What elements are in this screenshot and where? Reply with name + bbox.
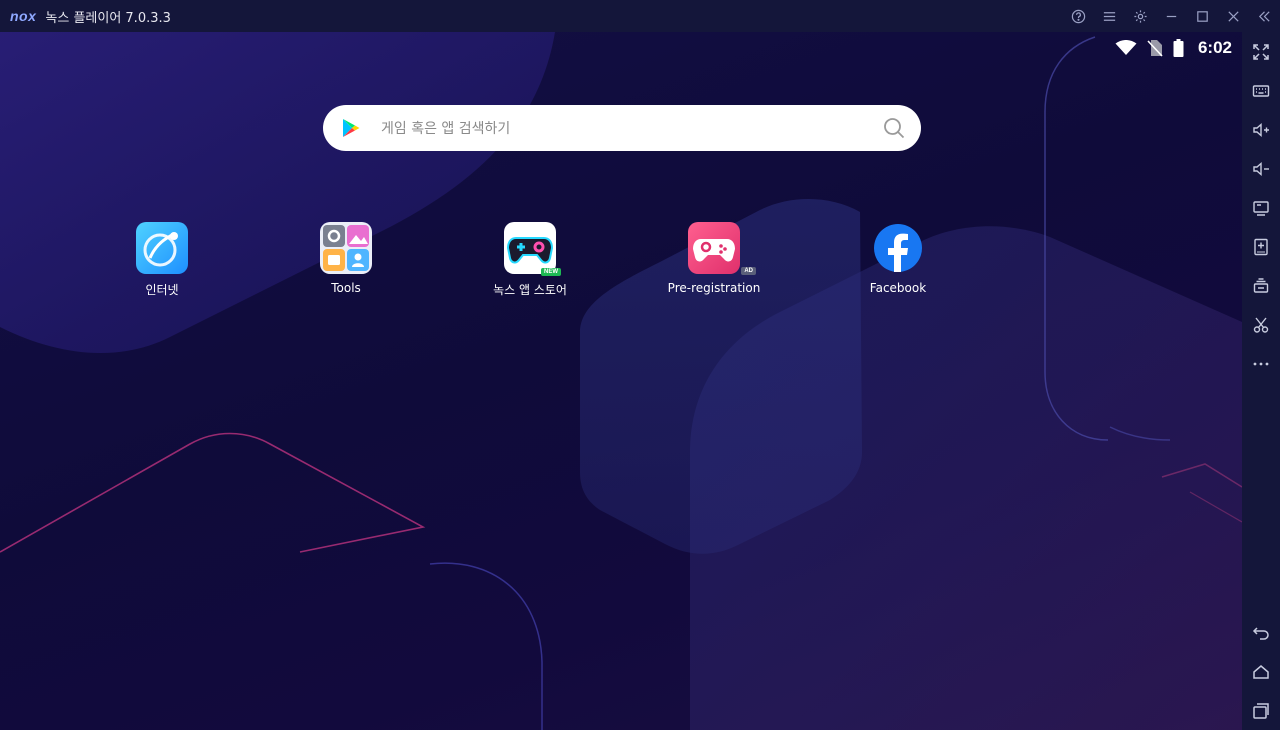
more-icon[interactable] [1242,344,1280,383]
close-icon[interactable] [1218,0,1249,32]
search-icon[interactable] [883,117,905,139]
google-play-icon [343,119,360,137]
app-tools[interactable]: Tools [286,222,406,295]
android-screen[interactable]: 6:02 게임 혹은 앱 검색하기 인터넷 Tools NEW 녹스 앱 스토어… [0,32,1242,730]
screenshot-icon[interactable] [1242,305,1280,344]
app-label: Tools [331,281,361,295]
side-toolbar [1242,32,1280,730]
window-controls [1063,0,1280,32]
volume-down-icon[interactable] [1242,149,1280,188]
menu-icon[interactable] [1094,0,1125,32]
facebook-icon [872,222,924,274]
recent-apps-icon[interactable] [1242,691,1280,730]
maximize-icon[interactable] [1187,0,1218,32]
volume-up-icon[interactable] [1242,110,1280,149]
new-badge: NEW [541,268,561,276]
home-icon[interactable] [1242,652,1280,691]
back-icon[interactable] [1242,613,1280,652]
app-label: Facebook [869,281,927,295]
app-label: 녹스 앱 스토어 [493,283,567,297]
no-sim-icon [1147,40,1163,57]
settings-icon[interactable] [1125,0,1156,32]
help-icon[interactable] [1063,0,1094,32]
ad-badge: AD [741,267,756,275]
screen-icon[interactable] [1242,188,1280,227]
search-placeholder: 게임 혹은 앱 검색하기 [381,121,511,137]
internet-icon [136,222,188,274]
status-clock: 6:02 [1197,38,1232,57]
status-bar: 6:02 [1115,38,1232,58]
window-title: 녹스 플레이어 7.0.3.3 [45,10,171,26]
app-pre-registration[interactable]: AD Pre-registration [654,222,774,295]
keyboard-icon[interactable] [1242,71,1280,110]
minimize-icon[interactable] [1156,0,1187,32]
app-label: Pre-registration [667,281,761,295]
title-bar: nox 녹스 플레이어 7.0.3.3 [0,0,1280,32]
pre-registration-icon: AD [688,222,756,275]
app-facebook[interactable]: Facebook [838,222,958,295]
nox-app-store-icon: NEW [504,222,561,276]
play-store-search-bar[interactable]: 게임 혹은 앱 검색하기 [323,105,921,151]
battery-icon [1173,39,1184,57]
multi-instance-icon[interactable] [1242,266,1280,305]
fullscreen-icon[interactable] [1242,32,1280,71]
app-internet[interactable]: 인터넷 [102,222,222,298]
wifi-icon [1115,40,1137,55]
app-nox-app-store[interactable]: NEW 녹스 앱 스토어 [470,222,590,298]
app-label: 인터넷 [145,283,179,297]
collapse-sidebar-icon[interactable] [1249,0,1280,32]
nox-logo: nox [10,8,37,24]
tools-folder-icon [320,222,372,274]
apk-install-icon[interactable] [1242,227,1280,266]
